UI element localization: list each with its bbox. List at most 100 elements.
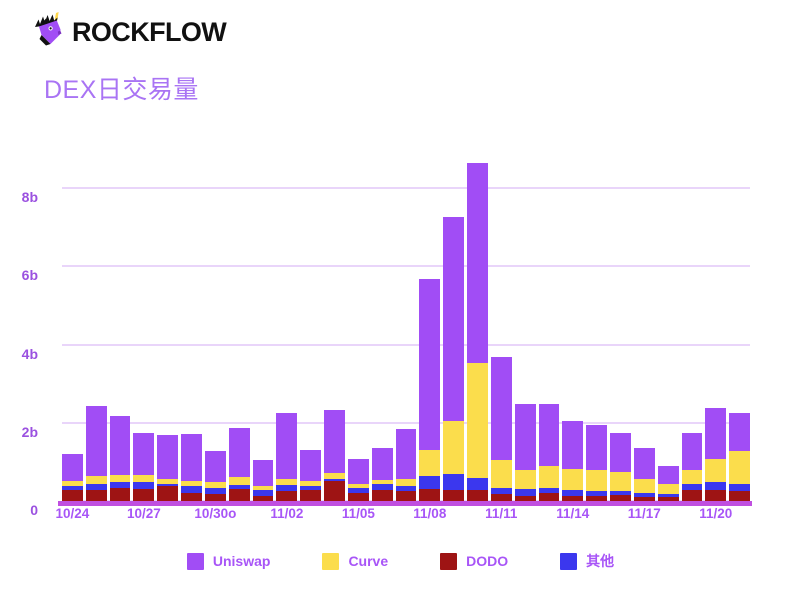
bar-column[interactable] xyxy=(490,357,512,502)
bar-column[interactable] xyxy=(514,404,536,502)
brand-name: ROCKFLOW xyxy=(72,16,227,47)
bar-segment xyxy=(419,475,441,489)
bar-segment xyxy=(204,451,226,483)
bar-segment xyxy=(324,410,345,474)
bar-segment xyxy=(419,449,441,476)
x-axis-tick-label: 11/20 xyxy=(699,506,733,521)
bar-segment xyxy=(371,448,393,480)
bar-segment xyxy=(109,488,131,502)
bar-segment xyxy=(62,453,83,481)
bar-column[interactable] xyxy=(133,432,155,502)
bar-segment xyxy=(681,433,703,471)
bar-segment xyxy=(181,486,202,494)
bar-segment xyxy=(729,413,751,451)
bar-column[interactable] xyxy=(228,428,250,502)
legend-label: 其他 xyxy=(586,553,615,569)
x-axis-tick-label: 11/17 xyxy=(627,506,661,521)
bar-column[interactable] xyxy=(443,216,465,502)
bar-segment xyxy=(633,478,655,493)
bar-segment xyxy=(657,466,679,485)
bar-segment xyxy=(729,484,751,492)
bar-column[interactable] xyxy=(157,434,179,502)
bar-segment xyxy=(562,468,584,491)
bar-segment xyxy=(181,434,202,482)
legend-item[interactable]: Curve xyxy=(322,552,388,570)
x-axis-tick-label: 11/05 xyxy=(341,506,375,521)
bar-column[interactable] xyxy=(729,413,751,502)
x-axis-tick-label: 11/11 xyxy=(485,506,518,521)
bar-segment xyxy=(610,432,631,472)
bar-column[interactable] xyxy=(681,433,703,502)
bar-segment xyxy=(228,428,250,477)
legend-item[interactable]: DODO xyxy=(440,552,508,570)
legend-item[interactable]: Uniswap xyxy=(186,552,270,570)
bar-column[interactable] xyxy=(395,429,417,502)
bar-segment xyxy=(443,473,465,491)
bar-column[interactable] xyxy=(538,403,560,502)
bar-column[interactable] xyxy=(633,448,655,502)
bar-column[interactable] xyxy=(657,466,679,502)
bar-segment xyxy=(467,363,488,478)
bar-segment xyxy=(347,458,369,485)
bar-column[interactable] xyxy=(586,425,608,502)
bar-segment xyxy=(490,357,512,461)
x-axis-tick-label: 11/08 xyxy=(413,506,447,521)
legend-swatch xyxy=(560,552,578,570)
bar-column[interactable] xyxy=(252,460,274,502)
bar-column[interactable] xyxy=(109,415,131,502)
bar-segment xyxy=(395,478,417,486)
x-axis-labels: 10/24 10/27 10/30o 11/02 11/05 11/08 11/11 11/1… xyxy=(56,506,750,530)
legend-swatch xyxy=(322,552,340,570)
bar-segment xyxy=(157,434,179,479)
x-axis-tick-label: 11/14 xyxy=(556,506,590,521)
bar-segment xyxy=(157,485,179,502)
bar-segment xyxy=(395,429,417,479)
bar-segment xyxy=(467,162,488,364)
bar-segment xyxy=(109,475,131,483)
bar-column[interactable] xyxy=(85,405,107,502)
x-axis-tick-label: 10/30o xyxy=(194,506,237,521)
bar-segment xyxy=(85,476,107,485)
bar-segment xyxy=(562,420,584,469)
bar-segment xyxy=(133,488,155,502)
bar-segment xyxy=(133,474,155,483)
bar-column[interactable] xyxy=(419,279,441,502)
legend-swatch xyxy=(440,552,458,570)
bar-segment xyxy=(610,471,631,492)
bar-column[interactable] xyxy=(347,458,369,502)
bar-segment xyxy=(681,470,703,485)
bar-segment xyxy=(490,460,512,489)
bar-segment xyxy=(252,460,274,487)
bar-segment xyxy=(633,448,655,479)
bar-column[interactable] xyxy=(181,434,202,502)
bar-column[interactable] xyxy=(705,408,727,502)
bar-column[interactable] xyxy=(300,449,322,502)
bar-segment xyxy=(538,465,560,489)
bar-column[interactable] xyxy=(562,420,584,502)
bar-column[interactable] xyxy=(62,453,83,502)
bar-segment xyxy=(276,413,298,479)
bar-segment xyxy=(514,404,536,470)
bar-column[interactable] xyxy=(204,451,226,502)
bar-segment xyxy=(133,432,155,475)
bar-segment xyxy=(586,425,608,471)
bar-segment xyxy=(514,489,536,497)
bar-segment xyxy=(300,449,322,481)
chart-title: DEX日交易量 xyxy=(44,76,199,104)
bar-segment xyxy=(419,488,441,502)
bar-series-group xyxy=(62,150,751,502)
bar-segment xyxy=(705,482,727,491)
legend-swatch xyxy=(186,552,204,570)
bar-segment xyxy=(228,476,250,486)
bar-column[interactable] xyxy=(324,410,345,502)
bar-segment xyxy=(705,459,727,483)
x-axis-tick-label: 11/02 xyxy=(270,506,304,521)
bar-column[interactable] xyxy=(371,448,393,502)
bar-column[interactable] xyxy=(467,162,488,502)
bar-segment xyxy=(586,470,608,491)
bar-segment xyxy=(443,420,465,474)
legend-item[interactable]: 其他 xyxy=(560,551,614,571)
bar-segment xyxy=(324,481,345,502)
bar-column[interactable] xyxy=(276,413,298,502)
bar-column[interactable] xyxy=(610,432,631,502)
